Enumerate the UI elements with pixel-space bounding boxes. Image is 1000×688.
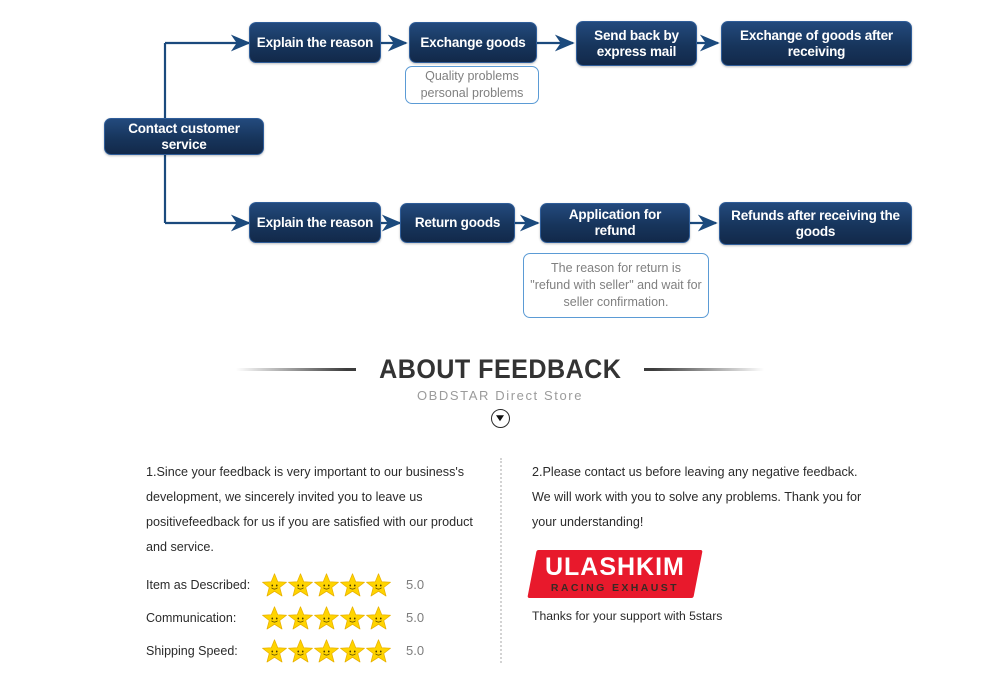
note-exchange-reasons: Quality problems personal problems xyxy=(405,66,539,104)
feedback-paragraph-1: 1.Since your feedback is very important … xyxy=(146,465,473,554)
feedback-paragraph-2: 2.Please contact us before leaving any n… xyxy=(532,465,862,529)
rating-row: Communication: 5.0 xyxy=(146,601,476,634)
star-icon xyxy=(288,638,313,662)
star-rating-shipping-speed xyxy=(262,638,397,663)
node-label: Return goods xyxy=(414,215,501,231)
node-label: Send back by express mail xyxy=(594,27,679,59)
node-label: Exchange of goods after receiving xyxy=(740,27,893,59)
logo-tagline: RACING EXHAUST xyxy=(550,581,680,594)
star-icon xyxy=(262,572,287,596)
star-icon xyxy=(288,572,313,596)
node-application-for-refund[interactable]: Application for refund xyxy=(540,203,690,243)
node-refunds-after-receiving-the-goods[interactable]: Refunds after receiving the goods xyxy=(719,202,912,245)
star-rating-item-as-described xyxy=(262,572,397,597)
note-text: Quality problems personal problems xyxy=(420,69,524,100)
rating-label: Shipping Speed: xyxy=(146,643,238,658)
page-title: ABOUT FEEDBACK xyxy=(378,353,622,384)
star-icon xyxy=(366,572,391,596)
node-label: Explain the reason xyxy=(256,214,374,230)
ulashkim-logo: ULASHKIM RACING EXHAUST xyxy=(527,550,703,598)
rating-row: Shipping Speed: 5.0 xyxy=(146,634,476,667)
star-icon xyxy=(340,572,365,596)
node-label: Exchange goods xyxy=(420,34,526,50)
note-refund-instructions: The reason for return is "refund with se… xyxy=(523,253,709,318)
rating-score: 5.0 xyxy=(406,577,425,592)
star-icon xyxy=(366,638,391,662)
about-feedback-header: ABOUT FEEDBACK OBDSTAR Direct Store xyxy=(0,352,1000,442)
store-subtitle: OBDSTAR Direct Store xyxy=(416,388,584,403)
node-exchange-explain-the-reason[interactable]: Explain the reason xyxy=(249,22,381,63)
node-label: Explain the reason xyxy=(256,34,374,50)
heading-row: ABOUT FEEDBACK xyxy=(0,352,1000,386)
page-root: Contact customer service Explain the rea… xyxy=(0,0,1000,688)
column-divider xyxy=(500,458,502,663)
node-exchange-goods[interactable]: Exchange goods xyxy=(409,22,537,63)
node-send-back-by-express-mail[interactable]: Send back by express mail xyxy=(576,21,697,66)
heading-rule-right xyxy=(644,367,765,371)
rating-score: 5.0 xyxy=(406,643,425,658)
feedback-right-column: 2.Please contact us before leaving any n… xyxy=(532,460,872,535)
node-contact-customer-service[interactable]: Contact customer service xyxy=(104,118,264,155)
node-refund-explain-the-reason[interactable]: Explain the reason xyxy=(249,202,381,243)
feedback-body: 1.Since your feedback is very important … xyxy=(0,450,1000,688)
heading-rule-left xyxy=(235,367,356,371)
star-icon xyxy=(366,605,391,629)
star-icon xyxy=(262,638,287,662)
node-return-goods[interactable]: Return goods xyxy=(400,203,515,243)
logo-caption: Thanks for your support with 5stars xyxy=(532,609,723,623)
brand-logo-block: ULASHKIM RACING EXHAUST Thanks for your … xyxy=(527,550,723,623)
return-policy-flowchart: Contact customer service Explain the rea… xyxy=(0,0,1000,345)
logo-wordmark: ULASHKIM xyxy=(545,552,685,581)
star-icon xyxy=(314,638,339,662)
star-rating-communication xyxy=(262,605,397,630)
star-icon xyxy=(288,605,313,629)
node-label: Refunds after receiving the goods xyxy=(731,207,900,239)
node-label: Contact customer service xyxy=(128,120,240,152)
rating-label: Communication: xyxy=(146,610,237,625)
rating-row: Item as Described: 5.0 xyxy=(146,568,476,601)
logo-inner: ULASHKIM RACING EXHAUST xyxy=(545,552,685,594)
feedback-left-column: 1.Since your feedback is very important … xyxy=(146,460,476,560)
note-text: The reason for return is "refund with se… xyxy=(530,261,702,309)
star-icon xyxy=(314,572,339,596)
star-icon xyxy=(340,605,365,629)
node-label: Application for refund xyxy=(568,207,662,238)
star-icon xyxy=(262,605,287,629)
star-icon xyxy=(340,638,365,662)
rating-score: 5.0 xyxy=(406,610,425,625)
star-icon xyxy=(314,605,339,629)
node-exchange-of-goods-after-receiving[interactable]: Exchange of goods after receiving xyxy=(721,21,912,66)
chevron-down-icon xyxy=(490,409,510,428)
seller-ratings: Item as Described: 5.0 Communication: 5.… xyxy=(146,568,476,667)
rating-label: Item as Described: xyxy=(146,577,251,592)
